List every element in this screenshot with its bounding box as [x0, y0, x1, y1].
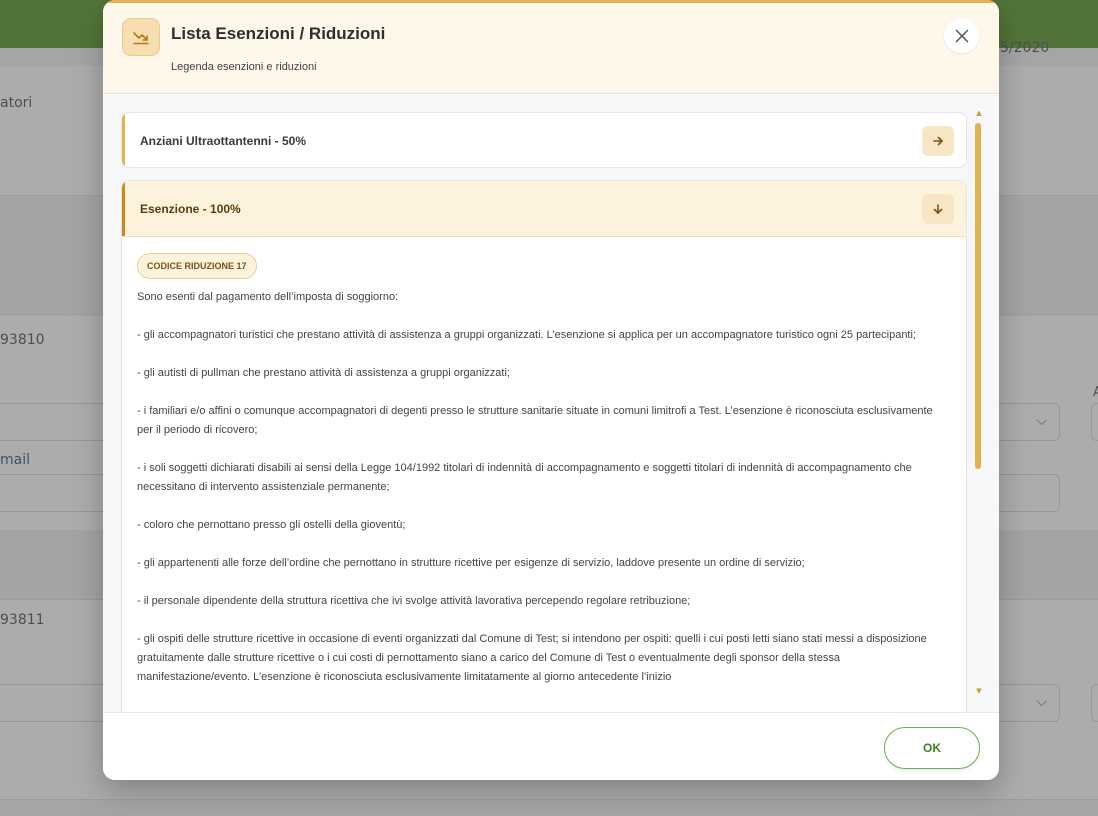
- arrow-down-icon: [933, 204, 943, 214]
- exemptions-modal: Lista Esenzioni / Riduzioni Legenda esen…: [103, 0, 999, 780]
- modal-title: Lista Esenzioni / Riduzioni: [171, 24, 386, 43]
- modal-footer: OK: [103, 712, 999, 780]
- accordion-title: Esenzione - 100%: [140, 202, 241, 216]
- accordion-accent-bar: [122, 113, 125, 167]
- accordion-item-expanded: Esenzione - 100% CODICE RIDUZIONE 17 Son…: [121, 180, 967, 712]
- content-paragraph: - i familiari e/o affini o comunque acco…: [137, 405, 933, 436]
- arrow-right-icon: [933, 136, 943, 146]
- code-badge: CODICE RIDUZIONE 17: [137, 253, 257, 279]
- accordion-toggle-button[interactable]: [922, 126, 954, 156]
- content-paragraph: - i soli soggetti dichiarati disabili ai…: [137, 462, 912, 493]
- scrollbar[interactable]: ▲ ▼: [975, 109, 983, 697]
- accordion-content: Sono esenti dal pagamento dell’imposta d…: [137, 288, 937, 706]
- scrollbar-thumb[interactable]: [975, 123, 981, 469]
- trending-down-icon: [122, 18, 160, 56]
- close-button[interactable]: [944, 18, 979, 53]
- modal-header: Lista Esenzioni / Riduzioni Legenda esen…: [103, 0, 999, 94]
- scroll-down-icon[interactable]: ▼: [975, 687, 983, 695]
- accordion-header[interactable]: Esenzione - 100%: [122, 181, 966, 237]
- ok-button[interactable]: OK: [884, 727, 980, 769]
- content-paragraph: - gli appartenenti alle forze dell’ordin…: [137, 557, 805, 569]
- scroll-up-icon[interactable]: ▲: [975, 109, 983, 117]
- content-paragraph: - il personale dipendente della struttur…: [137, 595, 691, 607]
- accordion-toggle-button[interactable]: [922, 194, 954, 224]
- content-paragraph: - gli accompagnatori turistici che prest…: [137, 329, 916, 341]
- accordion-item[interactable]: Anziani Ultraottantenni - 50%: [121, 112, 967, 168]
- content-paragraph: - coloro che pernottano presso gli ostel…: [137, 519, 406, 531]
- content-paragraph: - gli autisti di pullman che prestano at…: [137, 367, 510, 379]
- modal-body: Anziani Ultraottantenni - 50% Esenzione …: [103, 95, 999, 712]
- accordion-accent-bar: [122, 181, 125, 236]
- accordion-title: Anziani Ultraottantenni - 50%: [140, 134, 307, 148]
- close-icon: [955, 29, 968, 42]
- content-paragraph: - gli ospiti delle strutture ricettive i…: [137, 633, 927, 683]
- content-paragraph: Sono esenti dal pagamento dell’imposta d…: [137, 291, 399, 303]
- modal-subtitle: Legenda esenzioni e riduzioni: [171, 61, 317, 73]
- modal-accent-line: [103, 0, 999, 3]
